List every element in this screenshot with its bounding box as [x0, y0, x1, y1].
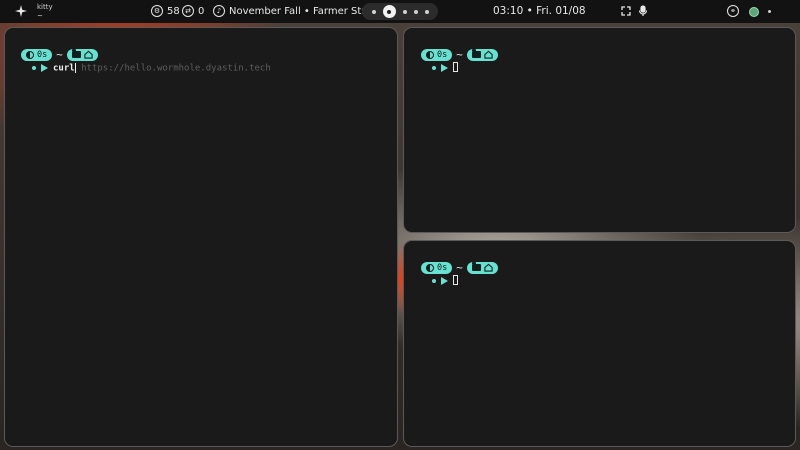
timer-icon	[426, 50, 434, 59]
workspace-1[interactable]	[371, 9, 376, 14]
cpu-value: 58	[167, 5, 180, 17]
sync-indicator[interactable]: ⇄ 0	[182, 5, 204, 17]
tray-menu[interactable]	[768, 10, 771, 13]
app-subtitle: ~	[37, 12, 43, 20]
home-icon	[484, 50, 493, 59]
terminal-window-top-right[interactable]: 0s ~	[403, 27, 796, 233]
command-line[interactable]: curl https://hello.wormhole.dyastin.tech	[53, 62, 271, 74]
block-cursor	[453, 61, 458, 72]
steam-icon: ⚭	[727, 5, 739, 17]
microphone-button[interactable]	[638, 5, 648, 17]
command-text: curl	[53, 63, 75, 74]
workspace-switcher	[362, 3, 438, 20]
block-cursor	[453, 274, 458, 285]
duration-text: 0s	[437, 49, 448, 60]
dot-menu-icon	[768, 10, 771, 13]
autosuggestion: https://hello.wormhole.dyastin.tech	[75, 63, 271, 74]
location-badge	[466, 261, 498, 274]
duration-badge: 0s	[421, 48, 453, 61]
fullscreen-button[interactable]	[621, 6, 631, 16]
top-bar: kitty ~ ⚙ 58 ⇄ 0 ♪ November Fall • Farme…	[0, 0, 800, 23]
workspace-3[interactable]	[402, 9, 407, 14]
shell-prompt: 0s ~ curl https://hello.wormhole.dyastin…	[21, 48, 271, 74]
cwd-text: ~	[56, 48, 63, 61]
location-badge	[466, 48, 498, 61]
sync-icon: ⇄	[182, 5, 194, 17]
workspace-5[interactable]	[424, 9, 429, 14]
shell-prompt: 0s ~	[421, 48, 498, 74]
folder-icon	[471, 49, 481, 58]
home-icon	[84, 50, 93, 59]
sparkle-icon	[15, 5, 27, 17]
location-badge	[66, 48, 98, 61]
prompt-arrow-icon	[441, 277, 448, 285]
home-icon	[484, 263, 493, 272]
folder-icon	[71, 49, 81, 58]
timer-icon	[426, 263, 434, 272]
steam-tray[interactable]: ⚭	[727, 5, 739, 17]
status-dot-icon	[749, 7, 759, 17]
prompt-bullet	[432, 66, 436, 70]
active-window-title: kitty ~	[37, 3, 53, 21]
launcher-button[interactable]	[15, 5, 27, 17]
media-player[interactable]: ♪ November Fall • Farmer Str...	[213, 5, 374, 17]
terminal-window-main[interactable]: 0s ~ curl https://hello.wormhole.dyastin…	[4, 27, 398, 447]
prompt-bullet	[32, 66, 36, 70]
prompt-bullet	[432, 279, 436, 283]
shell-prompt: 0s ~	[421, 261, 498, 287]
timer-icon	[26, 50, 34, 59]
fullscreen-icon	[621, 6, 631, 16]
cpu-icon: ⚙	[151, 5, 163, 17]
cwd-text: ~	[456, 48, 463, 61]
cwd-text: ~	[456, 261, 463, 274]
prompt-arrow-icon	[441, 64, 448, 72]
prompt-arrow-icon	[41, 64, 48, 72]
duration-badge: 0s	[21, 48, 53, 61]
cpu-indicator[interactable]: ⚙ 58	[151, 5, 180, 17]
workspace-2[interactable]	[382, 5, 396, 18]
workspace-4[interactable]	[413, 9, 418, 14]
command-line[interactable]	[453, 274, 458, 288]
sync-value: 0	[198, 5, 205, 17]
status-indicator[interactable]	[749, 7, 759, 17]
duration-text: 0s	[37, 49, 48, 60]
clock[interactable]: 03:10 • Fri. 01/08	[493, 5, 586, 17]
media-title: November Fall • Farmer Str...	[229, 5, 375, 17]
duration-badge: 0s	[421, 261, 453, 274]
app-name: kitty	[37, 3, 53, 11]
duration-text: 0s	[437, 262, 448, 273]
microphone-icon	[638, 5, 648, 16]
terminal-window-bottom-right[interactable]: 0s ~	[403, 240, 796, 447]
music-note-icon: ♪	[213, 5, 225, 17]
command-line[interactable]	[453, 61, 458, 75]
folder-icon	[471, 262, 481, 271]
